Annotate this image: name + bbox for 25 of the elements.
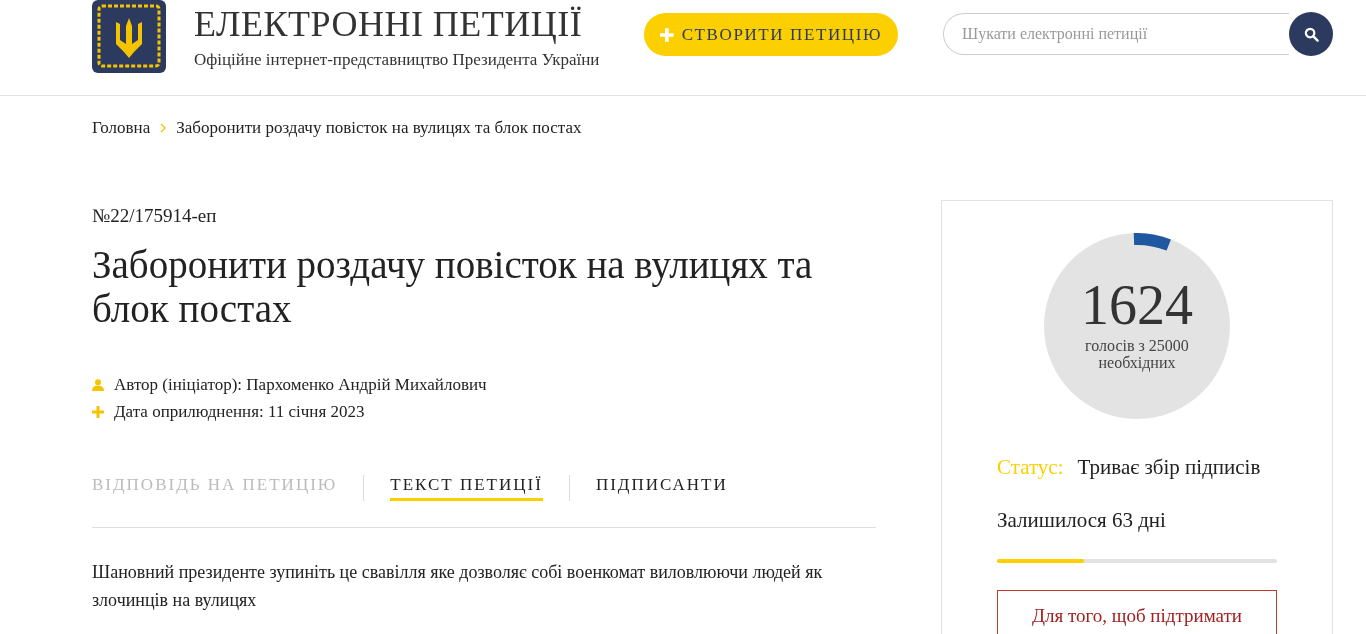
chevron-icon: [160, 123, 167, 133]
person-icon: [92, 378, 104, 391]
site-subtitle: Офіційне інтернет-представництво Президента України: [194, 50, 601, 70]
search-icon: [1303, 26, 1319, 42]
create-petition-button[interactable]: СТВОРИТИ ПЕТИЦІЮ: [644, 13, 898, 56]
petition-title: Заборонити роздачу повісток на вулицях та блок постах: [92, 243, 814, 331]
breadcrumb-link[interactable]: Заборонити роздачу повісток на вулицях та блок постах: [176, 118, 582, 138]
petition-number: №22/175914-еп: [92, 205, 218, 227]
status-label: Статус:: [997, 455, 1064, 480]
vote-caption: голосів з 25000 необхідних: [1084, 337, 1190, 371]
meta-text: Дата оприлюднення: 11 січня 2023: [114, 401, 365, 422]
tab[interactable]: ТЕКСТ ПЕТИЦІЇ: [390, 475, 543, 501]
breadcrumb-link[interactable]: Головна: [92, 118, 151, 138]
days-remaining: Залишилося 63 дні: [997, 508, 1167, 533]
search-field[interactable]: Шукати електронні петиції: [943, 13, 1289, 55]
meta-text: Автор (ініціатор): Пархоменко Андрій Михайлович: [114, 374, 487, 395]
tab[interactable]: ПІДПИСАНТИ: [595, 475, 728, 501]
vote-count: 1624: [1080, 275, 1194, 335]
plus-icon: [92, 405, 104, 418]
emblem-icon[interactable]: [92, 0, 166, 73]
site-title: ЕЛЕКТРОННІ ПЕТИЦІЇ: [194, 4, 584, 44]
petition-text: Шановний президенте зупиніть це свавілля яке дозволяє собі военкомат виловлюючи людей як злочинців на вулицях: [92, 561, 824, 612]
status-value: Триває збір підписів: [1077, 455, 1261, 480]
support-button[interactable]: Для того, щоб підтримати: [997, 590, 1277, 634]
search-button[interactable]: [1289, 12, 1333, 56]
